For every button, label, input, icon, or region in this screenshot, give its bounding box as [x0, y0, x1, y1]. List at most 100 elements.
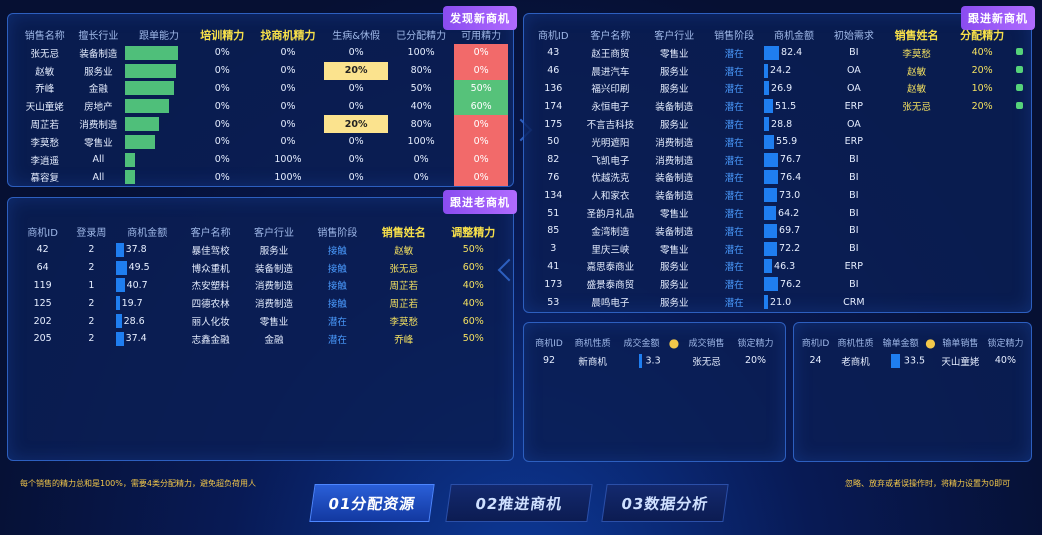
client-name: 福兴印刷 [591, 84, 630, 96]
check-cell[interactable] [1015, 293, 1025, 311]
allocate-effort[interactable] [949, 240, 1015, 258]
find-effort[interactable]: 0% [252, 115, 325, 133]
sick-leave[interactable]: 0% [324, 151, 388, 169]
sales-name[interactable]: 张无忌 [369, 259, 438, 277]
adjust-effort[interactable]: 50% [439, 330, 509, 348]
sales-name[interactable]: 赵敏 [369, 241, 438, 259]
allocate-effort[interactable]: 20% [949, 62, 1015, 80]
sick-leave[interactable]: 0% [324, 80, 388, 98]
sales-name[interactable] [884, 169, 950, 187]
tab-allocate-resources[interactable]: 01分配资源 [309, 484, 435, 522]
client-name: 四德农林 [191, 299, 230, 311]
allocate-effort[interactable] [949, 204, 1015, 222]
sick-leave[interactable]: 0% [324, 133, 388, 151]
training-effort[interactable]: 0% [193, 97, 252, 115]
check-icon[interactable] [1016, 48, 1024, 56]
allocate-effort[interactable] [949, 133, 1015, 151]
find-effort[interactable]: 100% [252, 151, 325, 169]
training-effort[interactable]: 0% [193, 62, 252, 80]
check-cell[interactable] [1015, 169, 1025, 187]
sick-leave[interactable]: 20% [324, 61, 388, 80]
find-effort[interactable]: 0% [252, 44, 325, 62]
allocate-effort[interactable]: 10% [949, 80, 1015, 98]
training-effort[interactable]: 0% [193, 44, 252, 62]
sales-name[interactable]: 张无忌 [884, 97, 950, 115]
training-effort[interactable]: 0% [193, 151, 252, 169]
sick-leave[interactable]: 0% [324, 44, 388, 62]
sales-name[interactable] [884, 186, 950, 204]
sick-leave[interactable]: 20% [324, 115, 388, 133]
table-row: 134 人和家衣 装备制造 潜在 73.0 BI [530, 186, 1025, 204]
table-row: 173 盛景泰商贸 服务业 潜在 76.2 BI [530, 275, 1025, 293]
check-cell[interactable] [1015, 258, 1025, 276]
sick-leave[interactable]: 0% [324, 97, 388, 115]
check-cell[interactable] [1015, 62, 1025, 80]
sales-name[interactable] [884, 240, 950, 258]
follow-old-opportunities-tag[interactable]: 跟进老商机 [443, 190, 517, 214]
sales-name[interactable]: 周芷若 [369, 294, 438, 312]
sick-leave[interactable]: 0% [324, 169, 388, 187]
sales-name[interactable]: 赵敏 [884, 62, 950, 80]
check-icon[interactable] [1016, 101, 1024, 109]
client-industry: 装备制造 [655, 173, 694, 185]
table-row: 202 2 28.6 丽人化妆 零售业 潜在 李莫愁 60% [18, 312, 508, 330]
sales-name[interactable] [884, 293, 950, 311]
check-icon[interactable] [1016, 83, 1024, 91]
sales-name[interactable] [884, 258, 950, 276]
check-cell[interactable] [1015, 240, 1025, 258]
check-cell[interactable] [1015, 44, 1025, 62]
adjust-effort[interactable]: 50% [439, 241, 509, 259]
allocate-effort[interactable] [949, 222, 1015, 240]
find-effort[interactable]: 0% [252, 97, 325, 115]
allocate-effort[interactable] [949, 115, 1015, 133]
sales-name[interactable] [884, 204, 950, 222]
adjust-effort[interactable]: 60% [439, 312, 509, 330]
sales-name[interactable] [884, 151, 950, 169]
training-effort[interactable]: 0% [193, 80, 252, 98]
check-icon[interactable] [1016, 66, 1024, 74]
allocate-effort[interactable] [949, 151, 1015, 169]
adjust-effort[interactable]: 40% [439, 294, 509, 312]
client-industry: 消费制造 [255, 299, 294, 311]
find-effort[interactable]: 100% [252, 169, 325, 187]
allocate-effort[interactable] [949, 186, 1015, 204]
find-effort[interactable]: 0% [252, 133, 325, 151]
allocate-effort[interactable]: 40% [949, 44, 1015, 62]
check-cell[interactable] [1015, 275, 1025, 293]
allocate-effort[interactable] [949, 275, 1015, 293]
sales-name[interactable]: 乔峰 [369, 330, 438, 348]
sales-name[interactable]: 赵敏 [884, 80, 950, 98]
allocate-effort[interactable]: 20% [949, 97, 1015, 115]
sales-name[interactable]: 李莫愁 [369, 312, 438, 330]
check-cell[interactable] [1015, 204, 1025, 222]
check-cell[interactable] [1015, 222, 1025, 240]
sales-name[interactable] [884, 222, 950, 240]
allocate-effort[interactable] [949, 293, 1015, 311]
opportunity-id: 134 [544, 189, 563, 201]
check-cell[interactable] [1015, 186, 1025, 204]
opportunity-id: 174 [544, 100, 563, 112]
sales-name[interactable] [884, 133, 950, 151]
allocate-effort[interactable] [949, 258, 1015, 276]
sales-name[interactable]: 周芷若 [369, 277, 438, 295]
training-effort[interactable]: 0% [193, 133, 252, 151]
allocate-effort[interactable] [949, 169, 1015, 187]
sales-name[interactable] [884, 275, 950, 293]
adjust-effort[interactable]: 60% [439, 259, 509, 277]
tab-data-analysis[interactable]: 03数据分析 [601, 484, 729, 522]
check-cell[interactable] [1015, 80, 1025, 98]
check-cell[interactable] [1015, 151, 1025, 169]
adjust-effort[interactable]: 40% [439, 277, 509, 295]
column-header: 商机金额 [127, 228, 168, 239]
find-effort[interactable]: 0% [252, 80, 325, 98]
sales-name[interactable] [884, 115, 950, 133]
tab-advance-opportunities[interactable]: 02推进商机 [445, 484, 593, 522]
sales-stage: 潜在 [724, 191, 744, 203]
sales-name[interactable]: 李莫愁 [884, 44, 950, 62]
training-effort[interactable]: 0% [193, 115, 252, 133]
check-cell[interactable] [1015, 115, 1025, 133]
find-effort[interactable]: 0% [252, 62, 325, 80]
check-cell[interactable] [1015, 133, 1025, 151]
training-effort[interactable]: 0% [193, 169, 252, 187]
check-cell[interactable] [1015, 97, 1025, 115]
